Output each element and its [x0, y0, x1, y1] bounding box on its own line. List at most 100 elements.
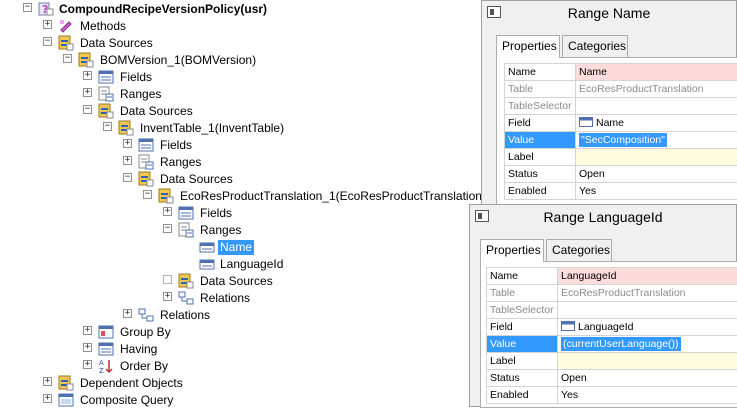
- datasource-icon: [58, 35, 74, 51]
- properties-grid: Name Name TableEcoResProductTranslation T…: [504, 63, 737, 200]
- expand-toggle[interactable]: +: [43, 20, 52, 29]
- tab-properties[interactable]: Properties: [496, 35, 560, 58]
- expand-toggle[interactable]: +: [123, 156, 132, 165]
- datasource-icon: [178, 273, 194, 289]
- tree-node-group-by[interactable]: Group By: [118, 325, 173, 340]
- range-name-properties-window[interactable]: Range Name Properties Categories NameNam…: [481, 0, 737, 210]
- tab-properties[interactable]: Properties: [480, 239, 544, 262]
- methods-icon: [58, 18, 74, 34]
- range-languageid-properties-window[interactable]: Range LanguageId Properties Categories N…: [469, 204, 737, 407]
- tree-node-data-sources[interactable]: Data Sources: [78, 36, 155, 51]
- tree-node-ranges[interactable]: Ranges: [118, 87, 163, 102]
- expand-toggle[interactable]: +: [83, 88, 92, 97]
- collapse-toggle[interactable]: −: [43, 37, 52, 46]
- prop-key: TableSelector: [505, 98, 576, 115]
- tree-node-relations[interactable]: Relations: [158, 308, 212, 323]
- composite-query-icon: [58, 392, 74, 408]
- properties-grid: NameLanguageId TableEcoResProductTransla…: [486, 267, 737, 404]
- prop-key: Status: [487, 370, 558, 387]
- tree-node-relations[interactable]: Relations: [198, 291, 252, 306]
- tree-node-ranges[interactable]: Ranges: [158, 155, 203, 170]
- expand-toggle[interactable]: +: [43, 394, 52, 403]
- prop-value-field[interactable]: LanguageId: [558, 319, 737, 336]
- value-text[interactable]: (currentUserLanguage()): [561, 337, 681, 351]
- table-datasource-icon: [158, 188, 174, 204]
- field-value-text: LanguageId: [578, 321, 633, 333]
- tree-node-fields[interactable]: Fields: [158, 138, 194, 153]
- tab-categories[interactable]: Categories: [562, 35, 628, 57]
- expand-toggle[interactable]: +: [123, 139, 132, 148]
- tree-node-data-sources[interactable]: Data Sources: [118, 104, 195, 119]
- collapse-toggle[interactable]: −: [23, 3, 32, 12]
- prop-value-status[interactable]: Open: [576, 166, 737, 183]
- expand-toggle[interactable]: +: [163, 207, 172, 216]
- prop-key: Table: [487, 285, 558, 302]
- tree-node-data-sources[interactable]: Data Sources: [158, 172, 235, 187]
- prop-value-tableselector[interactable]: [576, 98, 737, 115]
- collapse-toggle[interactable]: −: [63, 54, 72, 63]
- tree-node-range-languageid[interactable]: LanguageId: [218, 257, 285, 272]
- expand-toggle[interactable]: +: [83, 71, 92, 80]
- expand-toggle[interactable]: +: [123, 309, 132, 318]
- empty-toggle: [163, 275, 172, 284]
- tree-node-order-by[interactable]: Order By: [118, 359, 170, 374]
- prop-value-name[interactable]: LanguageId: [558, 268, 737, 285]
- query-icon: ?: [38, 1, 54, 17]
- relations-icon: [138, 307, 154, 323]
- prop-value-status[interactable]: Open: [558, 370, 737, 387]
- tree-node-having[interactable]: Having: [118, 342, 159, 357]
- field-value-text: Name: [596, 117, 624, 129]
- prop-key: Name: [487, 268, 558, 285]
- expand-toggle[interactable]: +: [83, 343, 92, 352]
- collapse-toggle[interactable]: −: [143, 190, 152, 199]
- tree-node-fields[interactable]: Fields: [198, 206, 234, 221]
- prop-value-table: EcoResProductTranslation: [576, 81, 737, 98]
- tree-node-bomversion[interactable]: BOMVersion_1(BOMVersion): [98, 53, 258, 68]
- fields-icon: [98, 69, 114, 85]
- tree-node-ecoresproducttranslation[interactable]: EcoResProductTranslation_1(EcoResProduct…: [178, 189, 488, 204]
- prop-value-value[interactable]: (currentUserLanguage()): [558, 336, 737, 353]
- group-by-icon: [98, 324, 114, 340]
- prop-key: Table: [505, 81, 576, 98]
- prop-value-enabled[interactable]: Yes: [576, 183, 737, 200]
- prop-key: Enabled: [505, 183, 576, 200]
- window-menu-icon[interactable]: [475, 210, 489, 222]
- prop-value-label[interactable]: [576, 149, 737, 166]
- expand-toggle[interactable]: +: [43, 377, 52, 386]
- prop-value-label[interactable]: [558, 353, 737, 370]
- prop-value-enabled[interactable]: Yes: [558, 387, 737, 404]
- ranges-icon: [98, 86, 114, 102]
- tree-node-methods[interactable]: Methods: [78, 19, 128, 34]
- prop-value-value[interactable]: "SecComposition": [576, 132, 737, 149]
- ranges-icon: [178, 222, 194, 238]
- expand-toggle[interactable]: +: [163, 292, 172, 301]
- window-title: Range LanguageId: [470, 205, 736, 229]
- collapse-toggle[interactable]: −: [83, 105, 92, 114]
- tree-node-data-sources[interactable]: Data Sources: [198, 274, 275, 289]
- tree-node-inventtable[interactable]: InventTable_1(InventTable): [138, 121, 286, 136]
- fields-icon: [178, 205, 194, 221]
- prop-value-tableselector[interactable]: [558, 302, 737, 319]
- window-menu-icon[interactable]: [487, 6, 501, 18]
- svg-text:Z: Z: [99, 367, 104, 374]
- tab-categories[interactable]: Categories: [546, 239, 612, 261]
- collapse-toggle[interactable]: −: [123, 173, 132, 182]
- tree-node-dependent-objects[interactable]: Dependent Objects: [78, 376, 185, 391]
- range-icon: [199, 256, 215, 272]
- expand-toggle[interactable]: +: [83, 326, 92, 335]
- tree-node-root[interactable]: CompoundRecipeVersionPolicy(usr): [57, 2, 269, 17]
- prop-value-name[interactable]: Name: [576, 64, 737, 81]
- tree-node-composite-query[interactable]: Composite Query: [78, 393, 175, 408]
- prop-key: Enabled: [487, 387, 558, 404]
- collapse-toggle[interactable]: −: [103, 122, 112, 131]
- tree-node-range-name[interactable]: Name: [218, 240, 254, 255]
- value-text[interactable]: "SecComposition": [579, 133, 667, 147]
- aot-tree[interactable]: − ? CompoundRecipeVersionPolicy(usr) + M…: [0, 0, 481, 407]
- prop-key: TableSelector: [487, 302, 558, 319]
- tree-node-ranges[interactable]: Ranges: [198, 223, 243, 238]
- tree-node-fields[interactable]: Fields: [118, 70, 154, 85]
- field-icon: [561, 321, 575, 331]
- collapse-toggle[interactable]: −: [163, 224, 172, 233]
- prop-value-field[interactable]: Name: [576, 115, 737, 132]
- expand-toggle[interactable]: +: [83, 360, 92, 369]
